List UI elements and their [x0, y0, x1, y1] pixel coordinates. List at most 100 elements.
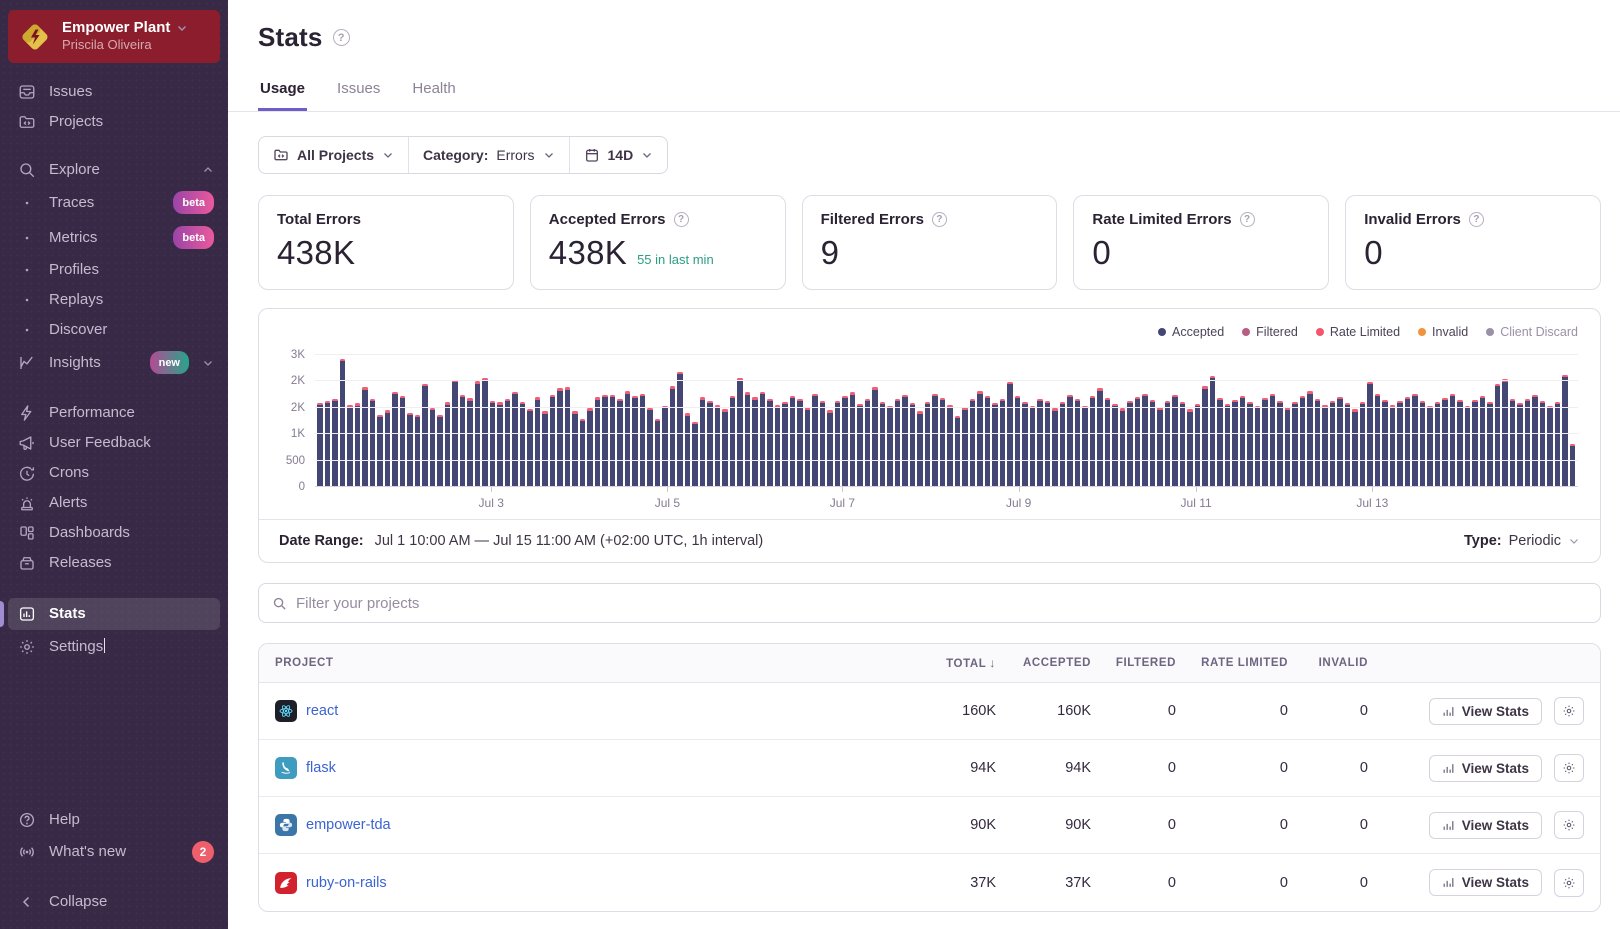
- chart-bar[interactable]: [445, 355, 451, 486]
- chart-bar[interactable]: [550, 355, 556, 486]
- chart-bar[interactable]: [1187, 355, 1193, 486]
- chart-bar[interactable]: [1270, 355, 1276, 486]
- chart-bar[interactable]: [1555, 355, 1561, 486]
- project-link[interactable]: flask: [306, 760, 336, 776]
- chart-bar[interactable]: [1465, 355, 1471, 486]
- chart-bar[interactable]: [1000, 355, 1006, 486]
- view-stats-button[interactable]: View Stats: [1429, 755, 1542, 782]
- chart-bar[interactable]: [1472, 355, 1478, 486]
- sidebar-item-explore[interactable]: Explore: [0, 155, 228, 185]
- chart-bar[interactable]: [512, 355, 518, 486]
- chart-bar[interactable]: [355, 355, 361, 486]
- chart-bar[interactable]: [1285, 355, 1291, 486]
- sidebar-item-alerts[interactable]: Alerts: [0, 488, 228, 518]
- chart-bar[interactable]: [865, 355, 871, 486]
- chart-bar[interactable]: [370, 355, 376, 486]
- chart-bar[interactable]: [1255, 355, 1261, 486]
- project-settings-button[interactable]: [1554, 869, 1584, 897]
- chart-bar[interactable]: [520, 355, 526, 486]
- chart-bar[interactable]: [925, 355, 931, 486]
- chart-bar[interactable]: [640, 355, 646, 486]
- chart-bar[interactable]: [1397, 355, 1403, 486]
- chart-bar[interactable]: [655, 355, 661, 486]
- sidebar-item-projects[interactable]: Projects: [0, 107, 228, 137]
- project-link[interactable]: react: [306, 703, 338, 719]
- chart-bar[interactable]: [1052, 355, 1058, 486]
- chart-bar[interactable]: [1330, 355, 1336, 486]
- chart-bar[interactable]: [1442, 355, 1448, 486]
- chart-bar[interactable]: [1502, 355, 1508, 486]
- chart-bar[interactable]: [737, 355, 743, 486]
- chart-bar[interactable]: [1412, 355, 1418, 486]
- sidebar-item-traces[interactable]: Traces beta: [0, 185, 228, 220]
- view-stats-button[interactable]: View Stats: [1429, 869, 1542, 896]
- sidebar-item-stats[interactable]: Stats: [8, 598, 220, 630]
- help-icon[interactable]: ?: [1240, 212, 1255, 227]
- chart-bar[interactable]: [790, 355, 796, 486]
- chart-bar[interactable]: [1097, 355, 1103, 486]
- chart-bar[interactable]: [317, 355, 323, 486]
- chart-bar[interactable]: [400, 355, 406, 486]
- chart-bar[interactable]: [827, 355, 833, 486]
- chart-bar[interactable]: [1487, 355, 1493, 486]
- chart-bar[interactable]: [1262, 355, 1268, 486]
- category-selector[interactable]: Category: Errors: [408, 137, 568, 173]
- column-header-filtered[interactable]: FILTERED: [1091, 657, 1176, 669]
- chart-bar[interactable]: [1240, 355, 1246, 486]
- chart-bar[interactable]: [1427, 355, 1433, 486]
- chart-bar[interactable]: [1510, 355, 1516, 486]
- chart-bar[interactable]: [595, 355, 601, 486]
- type-selector[interactable]: Type: Periodic: [1464, 533, 1580, 549]
- chart-bar[interactable]: [535, 355, 541, 486]
- legend-item[interactable]: Rate Limited: [1316, 325, 1400, 339]
- chart-bar[interactable]: [1045, 355, 1051, 486]
- chart-bar[interactable]: [715, 355, 721, 486]
- chart-bar[interactable]: [880, 355, 886, 486]
- chart-bar[interactable]: [1525, 355, 1531, 486]
- sidebar-item-dashboards[interactable]: Dashboards: [0, 518, 228, 548]
- chart-bar[interactable]: [557, 355, 563, 486]
- chart-bar[interactable]: [955, 355, 961, 486]
- chart-bar[interactable]: [1082, 355, 1088, 486]
- chart-bar[interactable]: [1202, 355, 1208, 486]
- chart-bar[interactable]: [1210, 355, 1216, 486]
- chart-bar[interactable]: [647, 355, 653, 486]
- chart-bar[interactable]: [1120, 355, 1126, 486]
- chart-bar[interactable]: [1517, 355, 1523, 486]
- chart-bar[interactable]: [325, 355, 331, 486]
- chart-bar[interactable]: [662, 355, 668, 486]
- chart-bar[interactable]: [1112, 355, 1118, 486]
- chart-bar[interactable]: [932, 355, 938, 486]
- org-switcher[interactable]: Empower Plant Priscila Oliveira: [8, 10, 220, 63]
- chart-bar[interactable]: [977, 355, 983, 486]
- chart-bar[interactable]: [872, 355, 878, 486]
- chart-bar[interactable]: [1150, 355, 1156, 486]
- tab-health[interactable]: Health: [410, 80, 457, 111]
- chart-bar[interactable]: [482, 355, 488, 486]
- sidebar-item-discover[interactable]: Discover: [0, 315, 228, 345]
- chart-bar[interactable]: [460, 355, 466, 486]
- sidebar-item-help[interactable]: Help: [0, 805, 228, 835]
- legend-item[interactable]: Client Discard: [1486, 325, 1578, 339]
- help-icon[interactable]: ?: [932, 212, 947, 227]
- sidebar-collapse-button[interactable]: Collapse: [0, 887, 228, 917]
- chart-bar[interactable]: [797, 355, 803, 486]
- chart-bar[interactable]: [1195, 355, 1201, 486]
- chart-bar[interactable]: [452, 355, 458, 486]
- chart-bar[interactable]: [422, 355, 428, 486]
- chart-bar[interactable]: [1547, 355, 1553, 486]
- chart-bar[interactable]: [835, 355, 841, 486]
- chart-bar[interactable]: [475, 355, 481, 486]
- chart-bar[interactable]: [467, 355, 473, 486]
- chart-bar[interactable]: [895, 355, 901, 486]
- chart-bar[interactable]: [707, 355, 713, 486]
- chart-bar[interactable]: [1105, 355, 1111, 486]
- chart-bar[interactable]: [1277, 355, 1283, 486]
- chart-bar[interactable]: [602, 355, 608, 486]
- chart-bar[interactable]: [730, 355, 736, 486]
- column-header-rate-limited[interactable]: RATE LIMITED: [1176, 657, 1288, 669]
- chart-bar[interactable]: [377, 355, 383, 486]
- chart-bar[interactable]: [887, 355, 893, 486]
- help-icon[interactable]: ?: [1469, 212, 1484, 227]
- chart-bar[interactable]: [1457, 355, 1463, 486]
